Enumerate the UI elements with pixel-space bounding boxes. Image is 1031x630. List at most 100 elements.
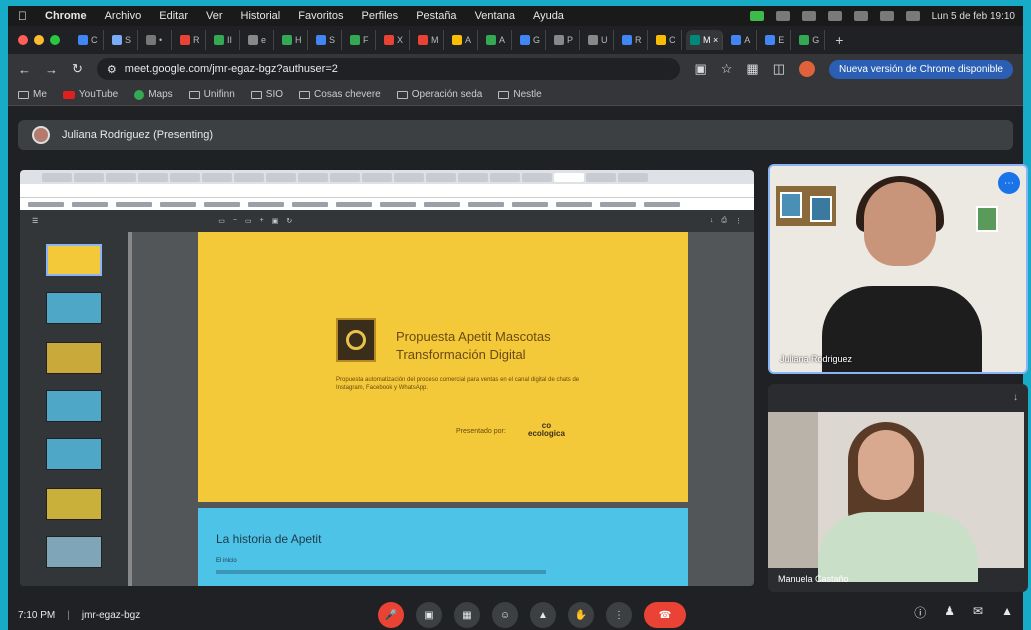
captions-button[interactable]: ▦ (454, 602, 480, 628)
browser-tab[interactable]: C (652, 30, 682, 50)
browser-tab[interactable]: S (108, 30, 138, 50)
emoji-reaction-button[interactable]: ☺ (492, 602, 518, 628)
thumbnail-page-5[interactable] (46, 438, 102, 470)
pdf-viewer[interactable]: Propuesta Apetit Mascotas Transformación… (20, 232, 754, 586)
address-bar[interactable]: ⚙ meet.google.com/jmr-egaz-bgz?authuser=… (96, 58, 681, 80)
browser-tab[interactable]: C (74, 30, 104, 50)
more-icon[interactable]: ⋮ (735, 217, 742, 225)
browser-tab[interactable]: R (618, 30, 648, 50)
fit-icon[interactable]: ▣ (272, 217, 279, 225)
wifi-icon[interactable] (853, 11, 868, 21)
browser-tab[interactable]: S (312, 30, 342, 50)
search-icon[interactable] (879, 11, 894, 21)
maximize-window-icon[interactable] (50, 35, 60, 45)
chat-icon[interactable]: ✉ (973, 604, 983, 621)
battery-icon[interactable] (827, 11, 842, 21)
bookmark-youtube[interactable]: YouTube (62, 89, 118, 100)
thumbnail-page-7[interactable] (46, 536, 102, 568)
browser-tab[interactable]: E (761, 30, 792, 50)
menu-historial[interactable]: Historial (241, 10, 281, 22)
side-panel-icon[interactable]: ◫ (773, 61, 785, 77)
print-icon[interactable]: ⎙ (721, 217, 727, 225)
camera-toggle-button[interactable]: ▣ (416, 602, 442, 628)
thumbnail-page-4[interactable] (46, 390, 102, 422)
video-face (858, 430, 914, 500)
menu-favoritos[interactable]: Favoritos (298, 10, 343, 22)
new-tab-button[interactable]: + (835, 32, 843, 48)
apple-icon[interactable]:  (18, 9, 27, 23)
browser-tab[interactable]: G (795, 30, 826, 50)
menu-pestana[interactable]: Pestaña (416, 10, 456, 22)
browser-tab[interactable]: X (380, 30, 410, 50)
bookmark-star-icon[interactable]: ☆ (721, 61, 733, 77)
close-window-icon[interactable] (18, 35, 28, 45)
browser-tab-active[interactable]: M × (686, 30, 724, 50)
reload-icon[interactable]: ↻ (72, 61, 83, 77)
profile-avatar[interactable] (799, 61, 816, 77)
thumbnail-scrollbar[interactable] (128, 232, 132, 586)
bookmark-unifinn[interactable]: Unifinn (188, 89, 235, 100)
browser-tab[interactable]: H (278, 30, 308, 50)
thumbnail-page-3[interactable] (46, 342, 102, 374)
download-icon[interactable]: ↓ (710, 217, 714, 225)
menu-editar[interactable]: Editar (159, 10, 188, 22)
browser-tab[interactable]: A (727, 30, 758, 50)
meet-status-icon[interactable] (749, 11, 764, 21)
browser-tab[interactable]: P (550, 30, 580, 50)
browser-tab[interactable]: M (414, 30, 444, 50)
site-info-icon[interactable]: ⚙ (107, 63, 117, 76)
bookmark-maps[interactable]: Maps (134, 89, 173, 100)
activities-icon[interactable]: ▲ (1001, 604, 1013, 621)
menu-ver[interactable]: Ver (206, 10, 223, 22)
info-icon[interactable]: ⓘ (914, 604, 926, 621)
forward-icon[interactable]: → (45, 62, 58, 77)
more-options-button[interactable]: ⋮ (606, 602, 632, 628)
cast-icon[interactable]: ▣ (694, 61, 706, 77)
leave-call-button[interactable]: ☎ (644, 602, 686, 628)
browser-tab[interactable]: • (142, 30, 172, 50)
zoom-box[interactable]: ▭ (245, 217, 252, 225)
minimize-window-icon[interactable] (34, 35, 44, 45)
people-icon[interactable]: ♟ (944, 604, 955, 621)
extensions-icon[interactable]: ▦ (746, 61, 758, 77)
zoom-out-icon[interactable]: − (233, 217, 237, 225)
menu-ventana[interactable]: Ventana (475, 10, 515, 22)
thumbnail-page-2[interactable] (46, 292, 102, 324)
present-button[interactable]: ▲ (530, 602, 556, 628)
bookmark-nestle[interactable]: Nestle (498, 89, 542, 100)
bookmark-cosas-chevere[interactable]: Cosas chevere (299, 89, 381, 100)
bookmark-operacion-seda[interactable]: Operación seda (396, 89, 482, 100)
browser-tab[interactable]: e (244, 30, 274, 50)
volume-icon[interactable] (801, 11, 816, 21)
shared-tab (138, 172, 168, 182)
browser-tab[interactable]: G (516, 30, 546, 50)
menubar-clock[interactable]: Lun 5 de feb 19:10 (932, 11, 1015, 22)
bookmark-sio[interactable]: SIO (250, 89, 283, 100)
rotate-icon[interactable]: ↻ (286, 217, 292, 225)
shared-screen[interactable]: ☰ ▭ − ▭ + ▣ ↻ ↓ ⎙ ⋮ Propuesta Apetit Mascotas T… (20, 170, 754, 586)
pdf-page-box[interactable]: ▭ (218, 217, 225, 225)
bookmark-me[interactable]: Me (18, 89, 47, 100)
zoom-in-icon[interactable]: + (260, 217, 264, 225)
browser-tab[interactable]: II (210, 30, 240, 50)
menu-chrome[interactable]: Chrome (45, 10, 87, 22)
menu-perfiles[interactable]: Perfiles (362, 10, 399, 22)
menu-ayuda[interactable]: Ayuda (533, 10, 564, 22)
browser-tab[interactable]: F (346, 30, 376, 50)
back-icon[interactable]: ← (18, 62, 31, 77)
pdf-menu-icon[interactable]: ☰ (32, 217, 38, 225)
update-chrome-button[interactable]: Nueva versión de Chrome disponible (829, 59, 1013, 79)
menu-archivo[interactable]: Archivo (105, 10, 142, 22)
browser-tab[interactable]: A (448, 30, 478, 50)
participant-tile-juliana[interactable]: ⋯ Juliana Rodriguez (768, 164, 1028, 374)
browser-tab[interactable]: U (584, 30, 614, 50)
mic-toggle-button[interactable]: 🎤 (378, 602, 404, 628)
thumbnail-page-6[interactable] (46, 488, 102, 520)
video-icon[interactable] (775, 11, 790, 21)
browser-tab[interactable]: A (482, 30, 512, 50)
raise-hand-button[interactable]: ✋ (568, 602, 594, 628)
thumbnail-page-1[interactable] (46, 244, 102, 276)
control-center-icon[interactable] (905, 11, 920, 21)
browser-tab[interactable]: R (176, 30, 206, 50)
participant-tile-manuela[interactable]: ↓ Manuela Castaño (768, 384, 1028, 592)
